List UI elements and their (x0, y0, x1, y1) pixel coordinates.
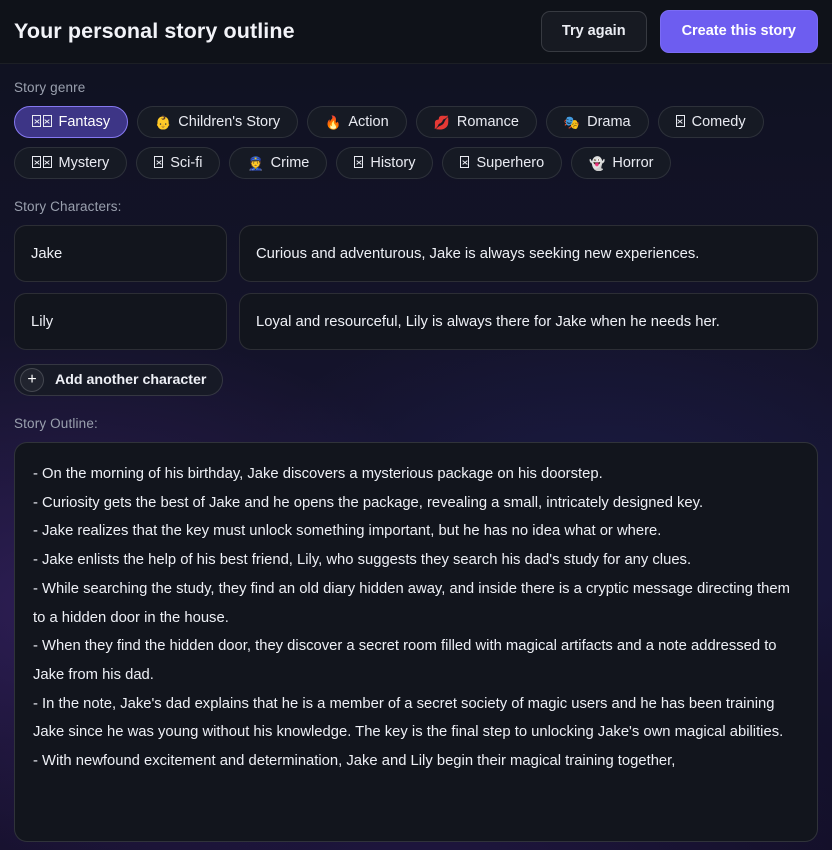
plus-icon: + (20, 368, 44, 392)
baby-face-icon: 👶 (155, 114, 172, 130)
fire-icon: 🔥 (325, 114, 342, 130)
main-content: Story genre Fantasy 👶 Children's Story 🔥 Act… (0, 64, 832, 842)
missing-glyph-icon (154, 156, 164, 170)
story-outline-label: Story Outline: (14, 416, 98, 431)
character-description-input[interactable]: Loyal and resourceful, Lily is always th… (239, 293, 818, 350)
genre-chip-crime[interactable]: 👮 Crime (229, 147, 328, 179)
add-another-character-button[interactable]: + Add another character (14, 364, 224, 396)
ghost-icon: 👻 (589, 155, 606, 171)
genre-chip-label: Superhero (476, 155, 545, 171)
genre-chip-horror[interactable]: 👻 Horror (571, 147, 672, 179)
missing-glyph-double-icon (32, 115, 52, 129)
genre-chip-superhero[interactable]: Superhero (442, 147, 563, 179)
character-row: Jake Curious and adventurous, Jake is alw… (14, 225, 818, 282)
police-officer-icon: 👮 (247, 155, 264, 171)
page-title: Your personal story outline (14, 19, 295, 43)
outline-line: - While searching the study, they find a… (33, 580, 790, 626)
missing-glyph-double-icon (32, 156, 52, 170)
genre-chip-row: Mystery Sci-fi 👮 Crime History Superhero 👻 Horr… (14, 147, 818, 179)
genre-chip-label: Drama (587, 114, 631, 130)
story-characters-list: Jake Curious and adventurous, Jake is alw… (14, 225, 818, 350)
outline-line: - In the note, Jake's dad explains that … (33, 695, 784, 741)
outline-line: - When they find the hidden door, they d… (33, 638, 777, 683)
genre-chip-fantasy[interactable]: Fantasy (14, 106, 129, 138)
missing-glyph-icon (460, 156, 470, 170)
genre-chip-label: History (370, 155, 416, 171)
genre-chip-action[interactable]: 🔥 Action (307, 106, 407, 138)
add-another-character-label: Add another character (55, 372, 207, 388)
kiss-mark-icon: 💋 (433, 114, 450, 130)
genre-chip-label: Fantasy (58, 114, 111, 130)
missing-glyph-icon (354, 156, 364, 170)
character-name-input[interactable]: Jake (14, 225, 227, 282)
character-row: Lily Loyal and resourceful, Lily is alway… (14, 293, 818, 350)
genre-chip-romance[interactable]: 💋 Romance (415, 106, 537, 138)
outline-line: - Jake enlists the help of his best frie… (33, 552, 692, 569)
genre-chip-drama[interactable]: 🎭 Drama (545, 106, 649, 138)
outline-line: - With newfound excitement and determina… (33, 753, 676, 770)
try-again-button[interactable]: Try again (540, 11, 647, 52)
genre-chip-label: Action (348, 114, 389, 130)
character-name-input[interactable]: Lily (14, 293, 227, 350)
outline-line: - On the morning of his birthday, Jake d… (33, 466, 603, 482)
story-outline-app: Your personal story outline Try again Cr… (0, 0, 832, 850)
genre-chip-label: Children's Story (178, 114, 281, 130)
genre-chip-label: Sci-fi (170, 155, 203, 171)
genre-chip-sci-fi[interactable]: Sci-fi (136, 147, 221, 179)
genre-chip-mystery[interactable]: Mystery (14, 147, 128, 179)
genre-chip-label: Horror (612, 155, 654, 171)
story-genre-label: Story genre (14, 80, 86, 95)
genre-chip-history[interactable]: History (336, 147, 434, 179)
story-outline-textarea[interactable]: - On the morning of his birthday, Jake d… (14, 442, 818, 842)
character-description-input[interactable]: Curious and adventurous, Jake is always … (239, 225, 818, 282)
top-bar: Your personal story outline Try again Cr… (0, 0, 832, 64)
genre-chip-label: Romance (456, 114, 519, 130)
story-characters-label: Story Characters: (14, 199, 122, 214)
genre-chip-label: Mystery (58, 155, 110, 171)
missing-glyph-icon (675, 115, 685, 129)
genre-chip-children-s-story[interactable]: 👶 Children's Story (137, 106, 299, 138)
create-this-story-button[interactable]: Create this story (659, 10, 818, 53)
genre-chip-row: Fantasy 👶 Children's Story 🔥 Action 💋 Romance 🎭… (14, 106, 818, 138)
genre-chip-label: Comedy (691, 114, 746, 130)
top-bar-actions: Try again Create this story (540, 10, 818, 53)
theatre-masks-icon: 🎭 (563, 114, 581, 130)
outline-line: - Curiosity gets the best of Jake and he… (33, 494, 704, 511)
story-genre-chip-group: Fantasy 👶 Children's Story 🔥 Action 💋 Romance 🎭… (14, 106, 818, 179)
genre-chip-comedy[interactable]: Comedy (657, 106, 764, 138)
genre-chip-label: Crime (270, 155, 310, 171)
outline-line: - Jake realizes that the key must unlock… (33, 523, 662, 540)
